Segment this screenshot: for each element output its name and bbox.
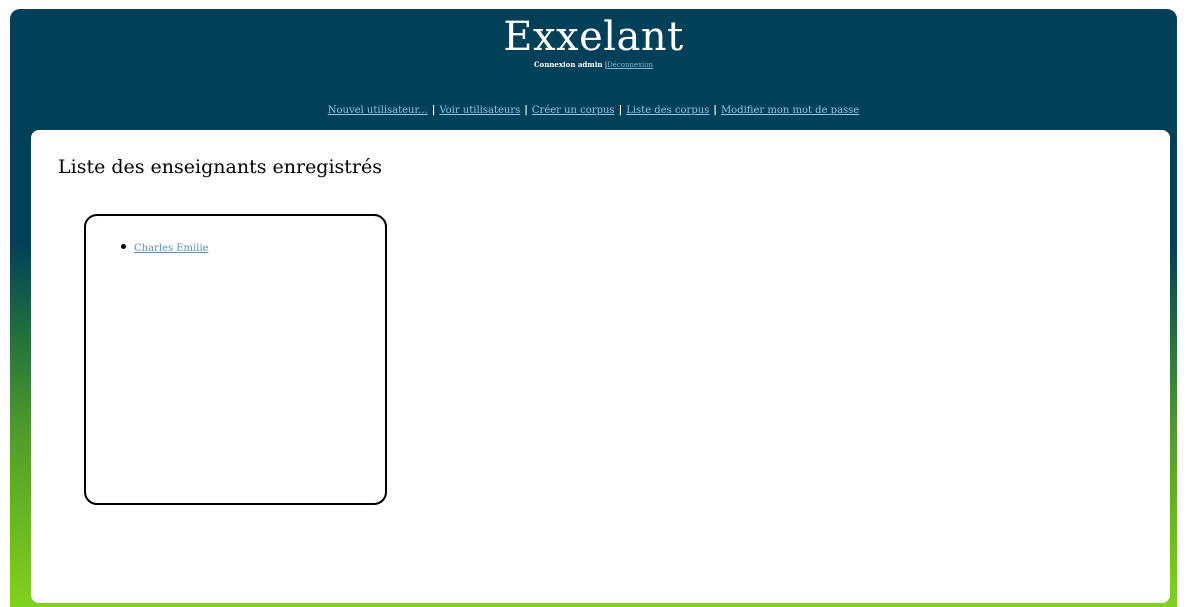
nav-new-user[interactable]: Nouvel utilisateur... xyxy=(328,105,428,116)
nav-corpus-list[interactable]: Liste des corpus xyxy=(626,105,709,116)
teacher-link[interactable]: Charles Emilie xyxy=(134,243,209,254)
login-status-bar: Connexion admin |Déconnexion xyxy=(10,60,1177,69)
nav-separator: | xyxy=(618,105,623,116)
nav-view-users[interactable]: Voir utilisateurs xyxy=(439,105,520,116)
list-item: Charles Emilie xyxy=(121,242,209,256)
nav-separator: | xyxy=(431,105,436,116)
site-title: Exxelant xyxy=(503,14,684,60)
page-title: Liste des enseignants enregistrés xyxy=(58,156,383,178)
login-status: Connexion admin xyxy=(533,60,603,69)
teacher-list: Charles Emilie xyxy=(121,242,209,256)
teacher-list-box: Charles Emilie xyxy=(84,214,387,505)
logout-link[interactable]: Déconnexion xyxy=(607,61,653,69)
content-panel: Liste des enseignants enregistrés Charle… xyxy=(31,130,1170,603)
bullet-icon xyxy=(121,244,126,249)
nav-separator: | xyxy=(524,105,528,116)
main-nav: Nouvel utilisateur... | Voir utilisateurs |… xyxy=(10,105,1177,116)
nav-change-password[interactable]: Modifier mon mot de passe xyxy=(721,105,859,116)
nav-create-corpus[interactable]: Créer un corpus xyxy=(532,105,615,116)
nav-separator: | xyxy=(713,105,717,116)
